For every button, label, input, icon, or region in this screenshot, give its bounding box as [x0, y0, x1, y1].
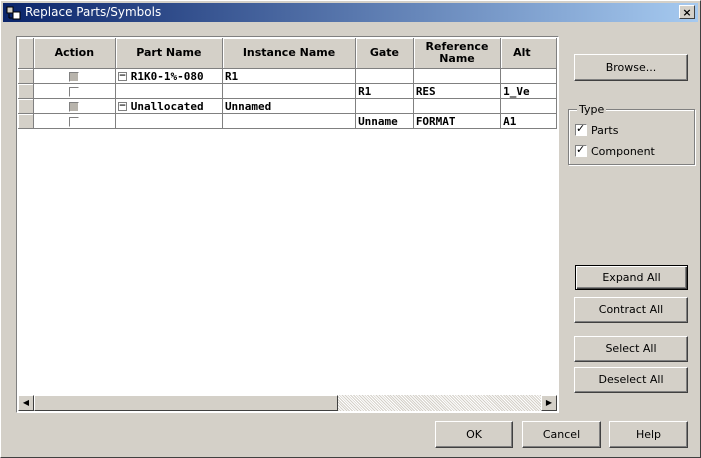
browse-button[interactable]: Browse... [574, 54, 688, 81]
instance-name-cell [222, 83, 357, 99]
column-header-reference-name[interactable]: Reference Name [413, 38, 502, 69]
alt-cell [500, 98, 557, 114]
action-checkbox[interactable] [69, 71, 80, 82]
gate-cell: R1 [355, 83, 414, 99]
instance-name-cell [222, 113, 357, 129]
horizontal-scrollbar[interactable]: ◀ ▶ [18, 395, 557, 411]
reference-name-cell [413, 98, 502, 114]
row-header[interactable] [18, 68, 34, 84]
action-checkbox[interactable] [69, 101, 80, 112]
table-row[interactable]: − R1K0-1%-080 R1 [18, 68, 557, 84]
deselect-all-button[interactable]: Deselect All [574, 367, 688, 393]
action-cell[interactable] [33, 68, 116, 84]
scrollbar-thumb[interactable] [34, 395, 338, 411]
table-row[interactable]: − Unallocated Unnamed [18, 98, 557, 114]
row-header[interactable] [18, 113, 34, 129]
replace-parts-dialog: Replace Parts/Symbols × Action Part Name… [0, 0, 701, 458]
gate-cell [355, 68, 414, 84]
action-cell[interactable] [33, 83, 116, 99]
component-checkbox-row[interactable]: ✓ Component [575, 143, 655, 158]
select-all-button[interactable]: Select All [574, 336, 688, 362]
check-icon: ✓ [576, 143, 586, 156]
close-icon[interactable]: × [679, 5, 695, 19]
ok-button[interactable]: OK [435, 421, 513, 448]
column-header-instance-name[interactable]: Instance Name [222, 38, 357, 69]
instance-name-cell: Unnamed [222, 98, 357, 114]
alt-cell [500, 68, 557, 84]
gate-cell [355, 98, 414, 114]
action-cell[interactable] [33, 98, 116, 114]
component-checkbox[interactable]: ✓ [575, 143, 587, 157]
column-header-action[interactable]: Action [33, 38, 116, 69]
part-name-text: Unallocated [130, 99, 204, 113]
check-icon: ✓ [576, 122, 586, 135]
table-row[interactable]: Unname FORMAT A1 [18, 113, 557, 129]
reference-name-cell: FORMAT [413, 113, 502, 129]
action-cell[interactable] [33, 113, 116, 129]
part-name-cell [115, 113, 223, 129]
scroll-left-icon[interactable]: ◀ [18, 395, 34, 411]
part-name-cell [115, 83, 223, 99]
corner-header [18, 38, 34, 69]
action-checkbox[interactable] [69, 116, 80, 127]
expand-all-button[interactable]: Expand All [575, 265, 688, 290]
app-icon [6, 6, 21, 20]
alt-cell: 1_Ve [500, 83, 557, 99]
cancel-button[interactable]: Cancel [522, 421, 601, 448]
column-header-alt[interactable]: Alt [500, 38, 557, 69]
reference-name-cell [413, 68, 502, 84]
alt-cell: A1 [500, 113, 557, 129]
parts-checkbox-row[interactable]: ✓ Parts [575, 122, 619, 137]
table-row[interactable]: R1 RES 1_Ve [18, 83, 557, 99]
help-button[interactable]: Help [609, 421, 688, 448]
instance-name-cell: R1 [222, 68, 357, 84]
collapse-icon[interactable]: − [117, 102, 127, 111]
reference-name-cell: RES [413, 83, 502, 99]
parts-grid: Action Part Name Instance Name Gate Refe… [16, 36, 559, 413]
parts-table: Action Part Name Instance Name Gate Refe… [18, 38, 557, 129]
row-header[interactable] [18, 98, 34, 114]
component-label: Component [591, 144, 655, 158]
type-group-legend: Type [577, 103, 607, 116]
column-header-part-name[interactable]: Part Name [115, 38, 223, 69]
part-name-text: R1K0-1%-080 [130, 69, 204, 83]
column-header-gate[interactable]: Gate [355, 38, 414, 69]
contract-all-button[interactable]: Contract All [574, 297, 688, 323]
parts-checkbox[interactable]: ✓ [575, 122, 587, 136]
row-header[interactable] [18, 83, 34, 99]
type-group: Type ✓ Parts ✓ Component [568, 103, 695, 165]
part-name-cell: − R1K0-1%-080 [115, 68, 223, 84]
title-bar: Replace Parts/Symbols × [3, 3, 698, 22]
scroll-right-icon[interactable]: ▶ [541, 395, 557, 411]
part-name-cell: − Unallocated [115, 98, 223, 114]
collapse-icon[interactable]: − [117, 72, 127, 81]
window-title: Replace Parts/Symbols [25, 5, 162, 19]
gate-cell: Unname [355, 113, 414, 129]
action-checkbox[interactable] [69, 86, 80, 97]
parts-label: Parts [591, 123, 619, 137]
